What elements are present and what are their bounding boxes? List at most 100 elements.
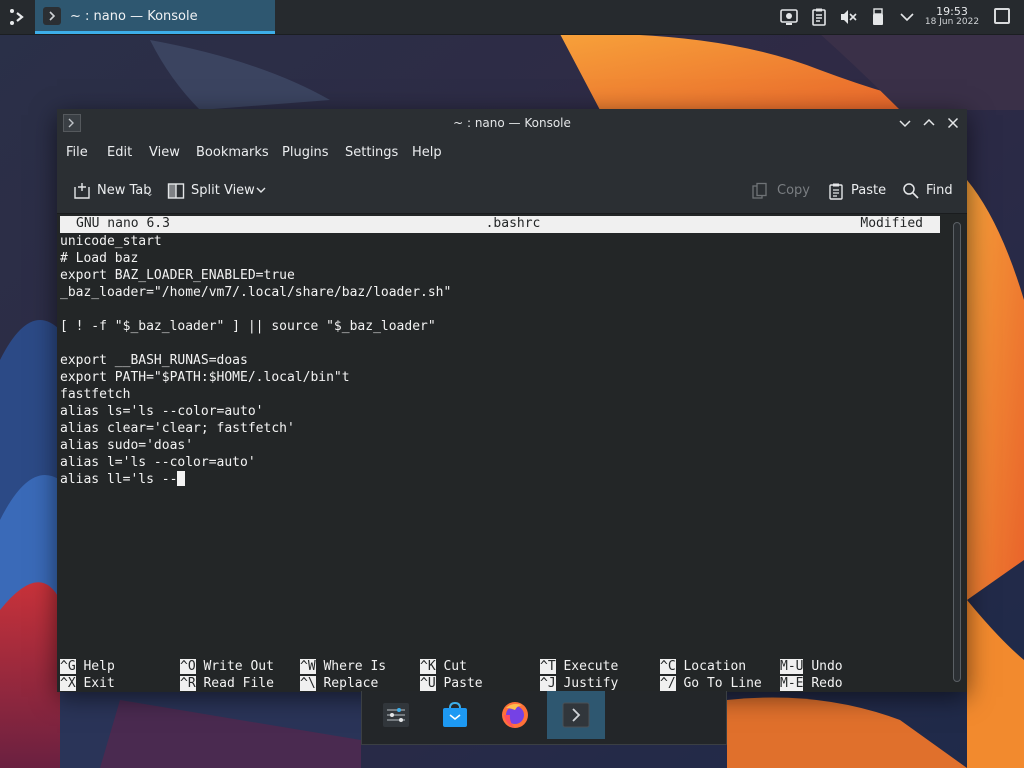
terminal-scrollbar[interactable] xyxy=(950,216,964,688)
shortcut-where-is: ^W Where Is xyxy=(300,658,386,675)
split-view-label: Split View xyxy=(191,183,255,198)
current-code-line: alias ll='ls -- xyxy=(60,471,930,488)
paste-icon xyxy=(829,183,843,200)
menu-settings[interactable]: Settings xyxy=(345,145,398,160)
nano-modified-status: Modified xyxy=(860,216,923,231)
shortcut-exit: ^X Exit xyxy=(60,675,115,692)
nano-editor-buffer[interactable]: unicode_start # Load baz export BAZ_LOAD… xyxy=(60,233,930,488)
firefox-icon xyxy=(502,702,528,728)
code-line: unicode_start xyxy=(60,234,162,249)
nano-version: GNU nano 6.3 xyxy=(76,216,170,231)
bottom-dock xyxy=(361,691,727,745)
find-label: Find xyxy=(926,183,953,198)
shortcut-write-out: ^O Write Out xyxy=(180,658,274,675)
menu-file[interactable]: File xyxy=(66,145,88,160)
paste-label: Paste xyxy=(851,183,887,198)
terminal-view[interactable]: .bashrc GNU nano 6.3 Modified unicode_st… xyxy=(57,213,967,692)
close-icon[interactable] xyxy=(944,114,962,132)
copy-icon xyxy=(752,182,767,199)
scrollbar-thumb[interactable] xyxy=(953,222,961,682)
shortcut-key: ^G xyxy=(60,659,76,674)
code-line: alias ls='ls --color=auto' xyxy=(60,404,264,419)
split-view-button[interactable]: Split View xyxy=(167,181,271,201)
text-cursor xyxy=(177,471,186,486)
shortcut-key: ^\ xyxy=(300,676,316,691)
screen-recorder-icon[interactable] xyxy=(779,7,799,27)
clipboard-icon[interactable] xyxy=(809,7,829,27)
code-line: alias clear='clear; fastfetch' xyxy=(60,421,295,436)
new-tab-icon xyxy=(74,183,90,199)
dock-item-system-settings[interactable] xyxy=(367,691,425,739)
shortcut-key: ^R xyxy=(180,676,196,691)
shortcut-label: Justify xyxy=(563,676,619,691)
shortcut-read-file: ^R Read File xyxy=(180,675,274,692)
shortcut-paste: ^U Paste xyxy=(420,675,483,692)
application-launcher-icon[interactable] xyxy=(6,5,30,29)
dock-item-firefox[interactable] xyxy=(486,691,544,739)
code-line: [ ! -f "$_baz_loader" ] || source "$_baz… xyxy=(60,319,436,334)
dock-item-konsole[interactable] xyxy=(547,691,605,739)
shortcut-go-to-line: ^/ Go To Line xyxy=(660,675,762,692)
dock-item-discover[interactable] xyxy=(426,691,484,739)
shortcut-cut: ^K Cut xyxy=(420,658,467,675)
digital-clock[interactable]: 19:53 18 Jun 2022 xyxy=(922,6,982,28)
shortcut-key: M-E xyxy=(780,676,804,691)
shortcut-execute: ^T Execute xyxy=(540,658,618,675)
shortcut-location: ^C Location xyxy=(660,658,746,675)
copy-label: Copy xyxy=(777,183,810,198)
shortcut-key: ^/ xyxy=(660,676,676,691)
nano-filename: .bashrc xyxy=(485,216,541,231)
shortcut-key: ^K xyxy=(420,659,436,674)
search-icon xyxy=(903,183,919,199)
menu-view[interactable]: View xyxy=(149,145,180,160)
shortcut-key: ^O xyxy=(180,659,196,674)
new-tab-button[interactable]: New Tab ⌄ xyxy=(73,181,154,201)
menu-help[interactable]: Help xyxy=(412,145,442,160)
shortcut-label: Execute xyxy=(563,659,619,674)
code-line: export BAZ_LOADER_ENABLED=true xyxy=(60,268,295,283)
shortcut-label: Go To Line xyxy=(683,676,762,691)
shortcut-replace: ^\ Replace xyxy=(300,675,378,692)
code-line: # Load baz xyxy=(60,251,139,266)
main-toolbar: New Tab ⌄ Split View Copy Paste Find xyxy=(57,169,967,213)
shortcut-key: ^T xyxy=(540,659,556,674)
find-button[interactable]: Find xyxy=(902,181,956,201)
code-line: _baz_loader="/home/vm7/.local/share/baz/… xyxy=(60,285,452,300)
menu-plugins[interactable]: Plugins xyxy=(282,145,329,160)
show-desktop-icon[interactable] xyxy=(994,8,1010,24)
shortcut-label: Help xyxy=(83,659,115,674)
volume-muted-icon[interactable] xyxy=(838,7,858,27)
shortcut-help: ^G Help xyxy=(60,658,115,675)
top-panel: ~ : nano — Konsole 19:53 18 Jun 2022 xyxy=(0,0,1024,35)
maximize-icon[interactable] xyxy=(920,114,938,132)
code-line: alias l='ls --color=auto' xyxy=(60,455,256,470)
clock-time: 19:53 xyxy=(936,5,968,18)
chevron-down-icon[interactable] xyxy=(897,7,917,27)
menu-bar: File Edit View Bookmarks Plugins Setting… xyxy=(57,137,967,169)
taskbar-entry-label: ~ : nano — Konsole xyxy=(70,9,198,24)
removable-device-icon[interactable] xyxy=(868,7,888,27)
code-line: export PATH="$PATH:$HOME/.local/bin"t xyxy=(60,370,350,385)
window-titlebar[interactable]: ~ : nano — Konsole xyxy=(57,109,967,137)
konsole-icon xyxy=(562,702,590,728)
shortcut-label: Replace xyxy=(323,676,379,691)
paste-button[interactable]: Paste xyxy=(827,181,887,201)
copy-button[interactable]: Copy xyxy=(751,181,810,201)
new-tab-dropdown-icon: ⌄ xyxy=(146,189,154,199)
shortcut-key: ^U xyxy=(420,676,436,691)
split-view-icon xyxy=(167,183,185,199)
menu-edit[interactable]: Edit xyxy=(107,145,132,160)
nano-shortcut-bar: ^G Help ^X Exit ^O Write Out ^R Read Fil… xyxy=(60,658,940,692)
system-settings-icon xyxy=(383,703,409,727)
menu-bookmarks[interactable]: Bookmarks xyxy=(196,145,269,160)
shortcut-key: M-U xyxy=(780,659,804,674)
shortcut-label: Paste xyxy=(443,676,483,691)
taskbar-entry-konsole[interactable]: ~ : nano — Konsole xyxy=(35,0,275,34)
shortcut-label: Location xyxy=(683,659,747,674)
minimize-icon[interactable] xyxy=(896,114,914,132)
konsole-window: ~ : nano — Konsole File Edit View Bookma… xyxy=(57,109,967,692)
shortcut-label: Redo xyxy=(811,676,843,691)
code-line: alias sudo='doas' xyxy=(60,438,194,453)
